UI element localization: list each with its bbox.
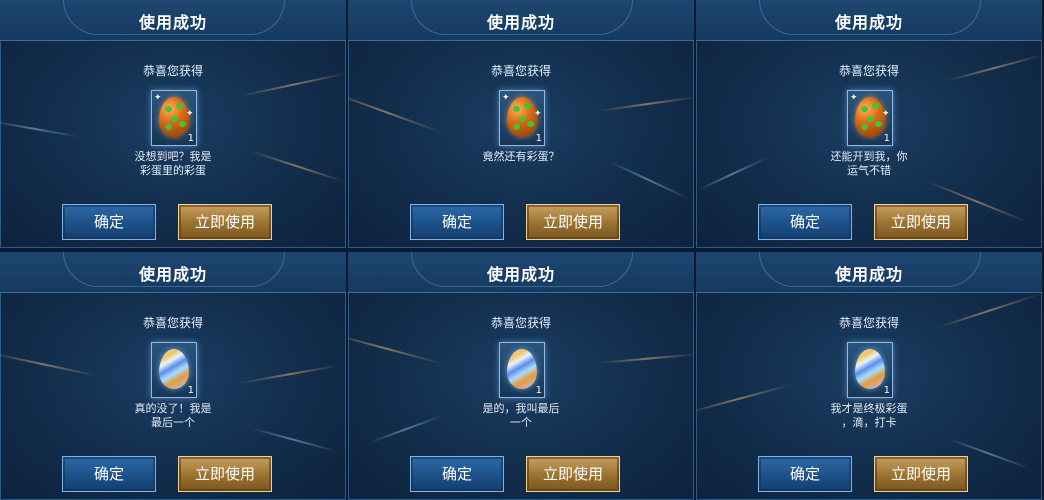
reward-item-slot[interactable]: ✦ ✦ 1 bbox=[499, 90, 545, 146]
confirm-button[interactable]: 确定 bbox=[62, 456, 156, 492]
striped-egg-icon bbox=[855, 349, 885, 389]
confirm-button[interactable]: 确定 bbox=[758, 456, 852, 492]
item-message: 还能开到我，你 运气不错 bbox=[830, 150, 908, 177]
use-now-button[interactable]: 立即使用 bbox=[178, 204, 272, 240]
light-streak bbox=[597, 96, 694, 112]
screenshot-grid: 使用成功 恭喜您获得 ✦ ✦ 1 没想到吧？我是 彩蛋里的彩蛋 确定 立即使用 … bbox=[0, 0, 1044, 500]
sparkle-icon: ✦ bbox=[850, 93, 858, 103]
light-streak bbox=[696, 383, 793, 414]
sparkle-icon: ✦ bbox=[882, 109, 890, 119]
light-streak bbox=[249, 427, 338, 453]
use-now-button[interactable]: 立即使用 bbox=[526, 204, 620, 240]
item-message: 是的，我叫最后 一个 bbox=[482, 402, 560, 429]
sparkle-icon: ✦ bbox=[502, 93, 510, 103]
spotted-egg-icon bbox=[855, 97, 885, 137]
item-count: 1 bbox=[535, 385, 542, 396]
dialog-title: 使用成功 bbox=[138, 265, 207, 284]
dialog-panel: 使用成功 恭喜您获得 1 我才是终极彩蛋 ，滴，打卡 确定 立即使用 bbox=[696, 252, 1042, 500]
sparkle-icon: ✦ bbox=[154, 93, 162, 103]
dialog-panel: 使用成功 恭喜您获得 1 真的没了！我是 最后一个 确定 立即使用 bbox=[0, 252, 346, 500]
dialog-title: 使用成功 bbox=[834, 13, 903, 32]
reward-item-slot[interactable]: ✦ ✦ 1 bbox=[847, 90, 893, 146]
light-streak bbox=[0, 352, 98, 377]
item-message: 真的没了！我是 最后一个 bbox=[134, 402, 212, 429]
light-streak bbox=[239, 364, 339, 384]
reward-heading: 恭喜您获得 bbox=[490, 316, 551, 330]
sparkle-icon: ✦ bbox=[186, 109, 194, 119]
confirm-button[interactable]: 确定 bbox=[758, 204, 852, 240]
reward-heading: 恭喜您获得 bbox=[142, 64, 203, 78]
reward-heading: 恭喜您获得 bbox=[142, 316, 203, 330]
dialog-title: 使用成功 bbox=[834, 265, 903, 284]
item-count: 1 bbox=[187, 385, 194, 396]
item-count: 1 bbox=[883, 385, 890, 396]
striped-egg-icon bbox=[159, 349, 189, 389]
reward-heading: 恭喜您获得 bbox=[838, 64, 899, 78]
use-now-button[interactable]: 立即使用 bbox=[874, 456, 968, 492]
reward-item-slot[interactable]: 1 bbox=[847, 342, 893, 398]
confirm-button[interactable]: 确定 bbox=[410, 204, 504, 240]
dialog-panel: 使用成功 恭喜您获得 ✦ ✦ 1 还能开到我，你 运气不错 确定 立即使用 bbox=[696, 0, 1042, 248]
confirm-button[interactable]: 确定 bbox=[62, 204, 156, 240]
use-now-button[interactable]: 立即使用 bbox=[526, 456, 620, 492]
light-streak bbox=[696, 156, 769, 192]
item-message: 竟然还有彩蛋？ bbox=[482, 150, 560, 163]
item-count: 1 bbox=[187, 133, 194, 144]
use-now-button[interactable]: 立即使用 bbox=[874, 204, 968, 240]
reward-item-slot[interactable]: 1 bbox=[499, 342, 545, 398]
dialog-panel: 使用成功 恭喜您获得 ✦ ✦ 1 没想到吧？我是 彩蛋里的彩蛋 确定 立即使用 bbox=[0, 0, 346, 248]
dialog-title: 使用成功 bbox=[486, 13, 555, 32]
item-message: 我才是终极彩蛋 ，滴，打卡 bbox=[830, 402, 908, 429]
light-streak bbox=[348, 332, 445, 366]
reward-item-slot[interactable]: ✦ ✦ 1 bbox=[151, 90, 197, 146]
confirm-button[interactable]: 确定 bbox=[410, 456, 504, 492]
light-streak bbox=[249, 150, 346, 183]
light-streak bbox=[0, 120, 79, 138]
dialog-title: 使用成功 bbox=[486, 265, 555, 284]
striped-egg-icon bbox=[507, 349, 537, 389]
item-count: 1 bbox=[535, 133, 542, 144]
sparkle-icon: ✦ bbox=[534, 109, 542, 119]
light-streak bbox=[348, 90, 442, 133]
light-streak bbox=[597, 353, 694, 364]
light-streak bbox=[607, 160, 690, 200]
spotted-egg-icon bbox=[159, 97, 189, 137]
light-streak bbox=[367, 414, 444, 444]
dialog-title: 使用成功 bbox=[138, 13, 207, 32]
item-count: 1 bbox=[883, 133, 890, 144]
dialog-panel: 使用成功 恭喜您获得 1 是的，我叫最后 一个 确定 立即使用 bbox=[348, 252, 694, 500]
reward-heading: 恭喜您获得 bbox=[490, 64, 551, 78]
reward-item-slot[interactable]: 1 bbox=[151, 342, 197, 398]
item-message: 没想到吧？我是 彩蛋里的彩蛋 bbox=[134, 150, 212, 177]
spotted-egg-icon bbox=[507, 97, 537, 137]
reward-heading: 恭喜您获得 bbox=[838, 316, 899, 330]
use-now-button[interactable]: 立即使用 bbox=[178, 456, 272, 492]
dialog-panel: 使用成功 恭喜您获得 ✦ ✦ 1 竟然还有彩蛋？ 确定 立即使用 bbox=[348, 0, 694, 248]
